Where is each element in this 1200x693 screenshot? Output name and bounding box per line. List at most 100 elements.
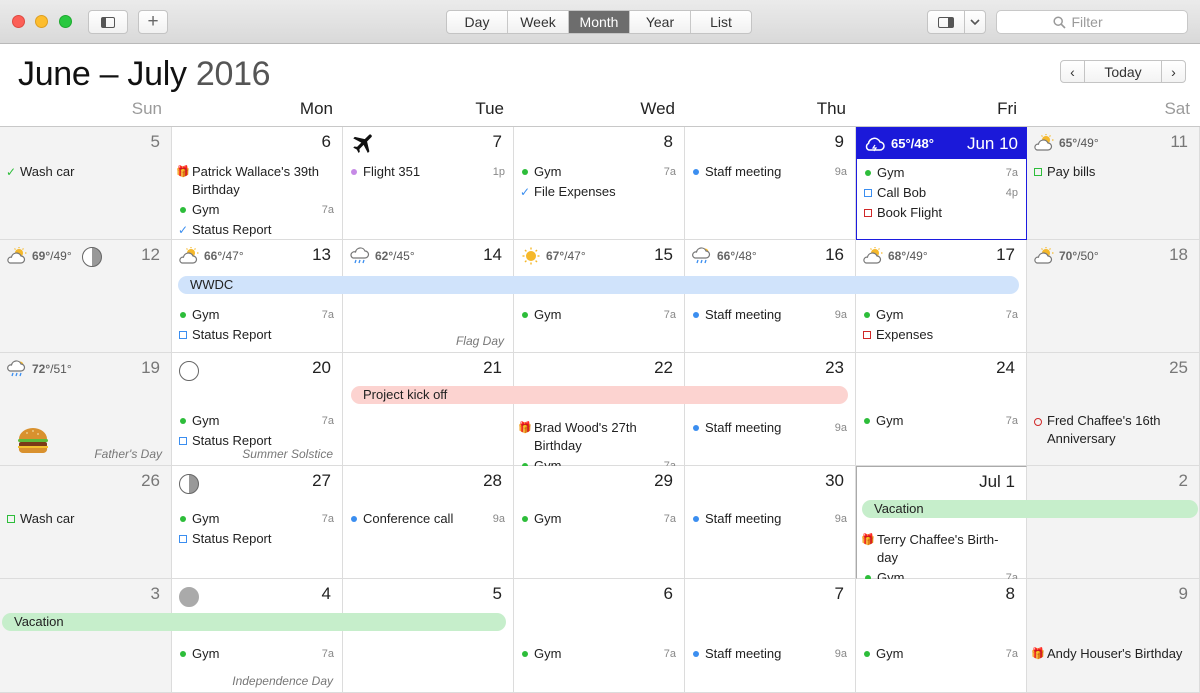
multi-day-event[interactable]: Vacation xyxy=(862,500,1198,518)
reminder-checkbox[interactable] xyxy=(862,326,872,344)
calendar-event[interactable]: Call Bob 4p xyxy=(863,184,1018,204)
calendar-event[interactable]: Gym 7a xyxy=(862,645,1018,665)
day-cell[interactable]: Jul 1 🎁 Terry Chaffee's Birth-day Gym 7a xyxy=(856,466,1027,585)
day-cell[interactable]: 9 Staff meeting 9a xyxy=(685,127,856,240)
calendar-event[interactable]: Gym 7a xyxy=(178,645,334,665)
calendar-event[interactable]: ✓ Wash car xyxy=(6,163,163,183)
calendar-event[interactable]: Gym 7a xyxy=(178,306,334,326)
calendar-event[interactable]: Staff meeting 9a xyxy=(691,419,847,439)
calendar-event[interactable]: 🎁 Andy Houser's Birthday xyxy=(1031,645,1191,665)
day-cell[interactable]: 5 ✓ Wash car xyxy=(0,127,172,240)
view-list-tab[interactable]: List xyxy=(691,11,751,33)
calendar-event[interactable]: 🎁 Brad Wood's 27th Birthday xyxy=(518,419,676,457)
calendar-event[interactable]: Gym 7a xyxy=(520,645,676,665)
calendar-event[interactable]: Gym 7a xyxy=(862,412,1018,432)
day-cell[interactable]: 12 69°/49° xyxy=(0,240,172,353)
day-cell[interactable]: 6 Gym 7a xyxy=(514,579,685,693)
day-cell[interactable]: 16 66°/48° Staff meeting 9a xyxy=(685,240,856,353)
day-cell[interactable]: 2 xyxy=(1027,466,1200,579)
day-cell[interactable]: 9 🎁 Andy Houser's Birthday xyxy=(1027,579,1200,693)
calendar-event[interactable]: Flight 351 1p xyxy=(349,163,505,183)
calendar-event[interactable]: Gym 7a xyxy=(862,306,1018,326)
calendar-dot-icon xyxy=(520,163,530,181)
view-year-tab[interactable]: Year xyxy=(630,11,691,33)
calendar-event[interactable]: Status Report xyxy=(178,530,334,550)
day-cell[interactable]: 24 Gym 7a xyxy=(856,353,1027,466)
day-cell[interactable]: 4 Gym 7a Independence Day xyxy=(172,579,343,693)
calendar-event[interactable]: Book Flight xyxy=(863,204,1018,224)
day-cell[interactable]: 29 Gym 7a xyxy=(514,466,685,579)
reminder-checkbox[interactable] xyxy=(863,204,873,222)
calendar-event[interactable]: Conference call 9a xyxy=(349,510,505,530)
calendar-event[interactable]: Pay bills xyxy=(1033,163,1191,183)
day-cell[interactable]: 21 xyxy=(343,353,514,466)
today-button[interactable]: Today xyxy=(1085,60,1161,83)
view-week-tab[interactable]: Week xyxy=(508,11,569,33)
day-cell[interactable]: 27 Gym 7a Status Report xyxy=(172,466,343,579)
day-cell[interactable]: 30 Staff meeting 9a xyxy=(685,466,856,579)
day-cell[interactable]: 25 Fred Chaffee's 16th Anniversary xyxy=(1027,353,1200,466)
day-cell[interactable]: 11 65°/49° Pay bills xyxy=(1027,127,1200,240)
zoom-window-button[interactable] xyxy=(59,15,72,28)
calendar-event[interactable]: Fred Chaffee's 16th Anniversary xyxy=(1033,412,1191,450)
reminder-checkbox[interactable] xyxy=(6,510,16,528)
day-cell[interactable]: 13 66°/47° Gym 7a Status Report xyxy=(172,240,343,353)
calendar-event[interactable]: Staff meeting 9a xyxy=(691,510,847,530)
close-window-button[interactable] xyxy=(12,15,25,28)
day-cell[interactable]: 18 70°/50° xyxy=(1027,240,1200,353)
reminder-checkbox[interactable] xyxy=(178,326,188,344)
calendar-event[interactable]: 🎁 Terry Chaffee's Birth-day xyxy=(861,531,1018,569)
calendar-event[interactable]: 🎁 Patrick Wallace's 39th Birthday xyxy=(176,163,334,201)
calendar-event[interactable]: Gym 7a xyxy=(178,412,334,432)
day-cell[interactable]: 28 Conference call 9a xyxy=(343,466,514,579)
filter-input[interactable] xyxy=(1071,14,1132,30)
reminder-checkbox[interactable] xyxy=(1033,163,1043,181)
day-cell[interactable]: 22🎁Brad Wood's 27th BirthdayGym7a xyxy=(514,353,685,473)
multi-day-event[interactable]: Vacation xyxy=(2,613,506,631)
calendar-event[interactable]: Gym 7a xyxy=(520,306,676,326)
day-cell[interactable]: 17 68°/49° Gym 7a Expenses xyxy=(856,240,1027,353)
day-cell[interactable]: 19 72°/51° Father's Day xyxy=(0,353,172,466)
filter-search-field[interactable] xyxy=(996,10,1188,34)
previous-month-button[interactable]: ‹ xyxy=(1060,60,1085,83)
calendar-event[interactable]: ✓ File Expenses xyxy=(520,183,676,203)
day-cell[interactable]: 8 Gym 7a xyxy=(856,579,1027,693)
day-cell[interactable]: 26 Wash car xyxy=(0,466,172,579)
reminder-checkbox[interactable] xyxy=(178,530,188,548)
multi-day-event[interactable]: Project kick off xyxy=(351,386,848,404)
calendar-event[interactable]: Staff meeting 9a xyxy=(691,163,847,183)
day-cell[interactable]: 6 🎁 Patrick Wallace's 39th Birthday Gym 7a ✓ S… xyxy=(172,127,343,240)
calendar-event[interactable]: Gym 7a xyxy=(178,201,334,221)
minimize-window-button[interactable] xyxy=(35,15,48,28)
next-month-button[interactable]: › xyxy=(1161,60,1186,83)
toggle-calendars-button[interactable] xyxy=(88,10,128,34)
day-cell[interactable]: 14 62°/45° Flag Day xyxy=(343,240,514,353)
inspector-toggle-button[interactable] xyxy=(927,10,965,34)
calendar-event[interactable]: Wash car xyxy=(6,510,163,530)
calendar-event[interactable]: Gym 7a xyxy=(520,510,676,530)
view-month-tab[interactable]: Month xyxy=(569,11,630,33)
calendar-event[interactable]: Gym 7a xyxy=(178,510,334,530)
day-cell[interactable]: 65°/48° Jun 10 Gym 7a Call Bob 4p Book Flight xyxy=(856,127,1027,240)
day-cell[interactable]: 3 xyxy=(0,579,172,693)
day-cell[interactable]: 15 67°/47° Gym 7a xyxy=(514,240,685,353)
day-cell[interactable]: 7 Staff meeting 9a xyxy=(685,579,856,693)
view-day-tab[interactable]: Day xyxy=(447,11,508,33)
day-cell[interactable]: 23 Staff meeting 9a xyxy=(685,353,856,466)
calendar-event[interactable]: Expenses xyxy=(862,326,1018,346)
calendar-event[interactable]: Status Report xyxy=(178,326,334,346)
reminder-checkbox[interactable] xyxy=(178,432,188,450)
day-cell[interactable]: 7 Flight 351 1p xyxy=(343,127,514,240)
reminder-checkbox[interactable] xyxy=(863,184,873,202)
add-event-button[interactable]: + xyxy=(138,10,168,34)
calendar-event[interactable]: ✓ Status Report xyxy=(178,221,334,241)
day-cell[interactable]: 20 Gym 7a Status Report Summer Solstice xyxy=(172,353,343,466)
calendar-event[interactable]: Staff meeting 9a xyxy=(691,645,847,665)
day-cell[interactable]: 5 xyxy=(343,579,514,693)
calendar-event[interactable]: Gym 7a xyxy=(520,163,676,183)
inspector-menu-button[interactable] xyxy=(964,10,986,34)
calendar-event[interactable]: Gym 7a xyxy=(863,164,1018,184)
day-cell[interactable]: 8 Gym 7a ✓ File Expenses xyxy=(514,127,685,240)
multi-day-event[interactable]: WWDC xyxy=(178,276,1019,294)
calendar-event[interactable]: Staff meeting 9a xyxy=(691,306,847,326)
